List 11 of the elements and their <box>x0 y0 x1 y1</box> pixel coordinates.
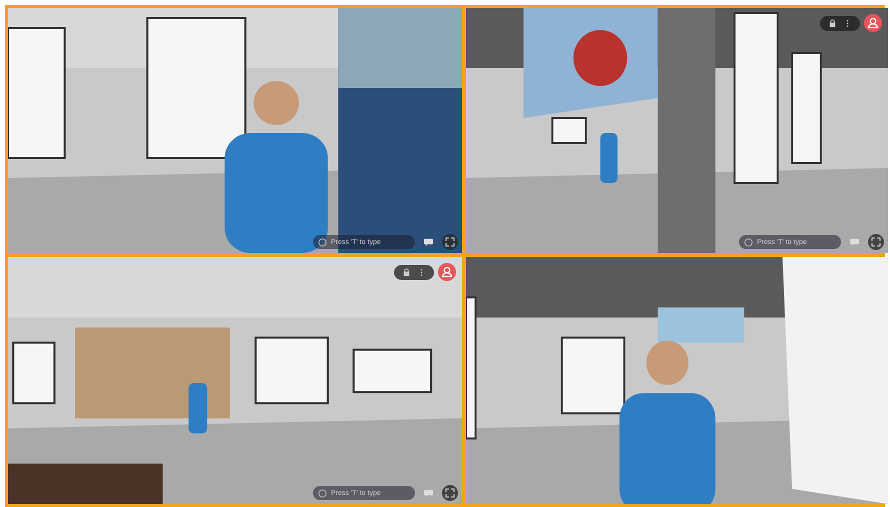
lock-icon[interactable] <box>828 18 837 28</box>
fullscreen-icon <box>871 237 881 247</box>
lock-icon[interactable] <box>402 268 411 276</box>
fullscreen-icon <box>445 488 455 498</box>
profile-icon[interactable] <box>438 263 456 281</box>
chat-icon[interactable] <box>423 238 434 246</box>
circle-icon <box>318 489 327 498</box>
fullscreen-icon <box>445 237 455 247</box>
circle-icon <box>744 238 753 247</box>
circle-icon <box>318 238 327 247</box>
profile-icon[interactable] <box>864 14 882 32</box>
